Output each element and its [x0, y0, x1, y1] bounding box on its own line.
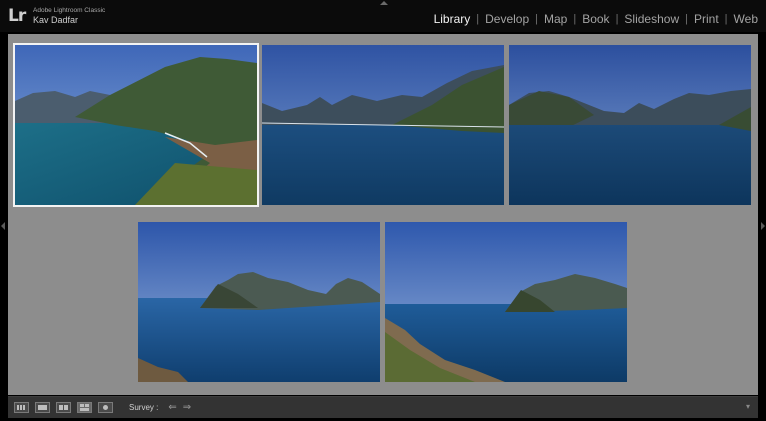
product-name: Adobe Lightroom Classic [33, 7, 106, 14]
top-bar: Lr Adobe Lightroom Classic Kav Dadfar Li… [0, 0, 766, 32]
survey-photo-5[interactable] [385, 222, 627, 382]
photo-image [509, 45, 751, 205]
survey-icon [80, 404, 84, 407]
grid-icon [17, 405, 26, 410]
module-slideshow[interactable]: Slideshow [622, 12, 681, 26]
module-separator: | [573, 13, 577, 25]
survey-photo-1[interactable] [13, 43, 259, 207]
survey-photo-4[interactable] [138, 222, 380, 382]
survey-mode-label: Survey : [129, 403, 159, 412]
loupe-icon [38, 405, 47, 410]
module-map[interactable]: Map [542, 12, 569, 26]
top-panel-toggle-icon[interactable] [380, 1, 388, 5]
user-name: Kav Dadfar [33, 15, 79, 25]
survey-view-area [8, 34, 758, 395]
compare-icon [59, 405, 63, 410]
survey-icon-c [80, 408, 89, 411]
module-picker: Library | Develop | Map | Book | Slidesh… [432, 12, 760, 26]
module-print[interactable]: Print [692, 12, 721, 26]
compare-icon-right [64, 405, 68, 410]
lightroom-logo[interactable]: Lr [8, 6, 26, 26]
module-separator: | [615, 13, 619, 25]
module-separator: | [685, 13, 688, 25]
photo-image [385, 222, 627, 382]
module-web[interactable]: Web [732, 12, 760, 26]
module-separator: | [476, 13, 480, 25]
survey-photo-3[interactable] [509, 45, 751, 205]
library-toolbar: Survey : ⇐ ⇒ ▾ [8, 396, 758, 418]
identity-plate[interactable]: Adobe Lightroom Classic Kav Dadfar [33, 7, 105, 25]
module-separator: | [724, 13, 728, 25]
toolbar-options-icon[interactable]: ▾ [742, 401, 754, 413]
loupe-view-button[interactable] [35, 402, 50, 413]
module-separator: | [535, 13, 538, 25]
right-panel-toggle-icon[interactable] [761, 222, 765, 230]
module-develop[interactable]: Develop [483, 12, 531, 26]
photo-image [262, 45, 504, 205]
survey-photo-2[interactable] [262, 45, 504, 205]
module-book[interactable]: Book [580, 12, 611, 26]
photo-image [138, 222, 380, 382]
people-view-button[interactable] [98, 402, 113, 413]
people-icon [103, 405, 108, 410]
previous-photo-arrow-icon[interactable]: ⇐ [168, 402, 176, 413]
compare-view-button[interactable] [56, 402, 71, 413]
photo-image [15, 45, 257, 205]
survey-view-button[interactable] [77, 402, 92, 413]
next-photo-arrow-icon[interactable]: ⇒ [183, 402, 191, 413]
survey-icon-b [85, 404, 89, 407]
module-library[interactable]: Library [432, 12, 473, 26]
grid-view-button[interactable] [14, 402, 29, 413]
left-panel-toggle-icon[interactable] [1, 222, 5, 230]
